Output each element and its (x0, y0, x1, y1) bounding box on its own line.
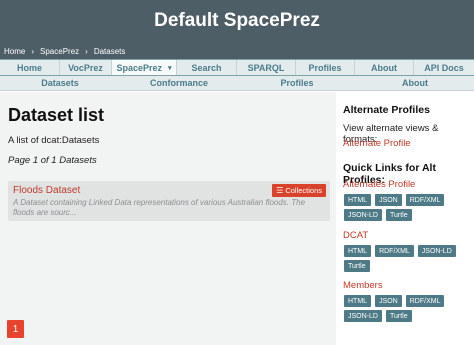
alternates-profile-formats: HTML JSON RDF/XML JSON-LD Turtle (344, 194, 474, 221)
dataset-link[interactable]: Floods Dataset (13, 185, 80, 196)
nav-item-profiles[interactable]: Profiles (296, 60, 355, 75)
alternate-profile-link[interactable]: Alternate Profile (343, 138, 411, 149)
nav-label: API Docs (424, 62, 464, 73)
format-button-json[interactable]: JSON (375, 194, 402, 206)
site-title: Default SpacePrez (154, 10, 320, 31)
format-button-turtle[interactable]: Turtle (385, 310, 412, 322)
page-1-button[interactable]: 1 (7, 320, 24, 338)
sidebar: Alternate Profiles View alternate views … (343, 92, 474, 345)
subnav-item-datasets[interactable]: Datasets (0, 76, 120, 90)
nav-label: SpacePrez (116, 62, 162, 73)
page-description: A list of dcat:Datasets (8, 135, 100, 146)
format-button-html[interactable]: HTML (344, 194, 372, 206)
chevron-down-icon: ▾ (168, 64, 172, 72)
format-button-turtle[interactable]: Turtle (344, 260, 370, 272)
members-link[interactable]: Members (343, 280, 383, 291)
nav-item-home[interactable]: Home (0, 60, 60, 75)
collections-button[interactable]: ☰ Collections (272, 184, 326, 197)
format-button-jsonld[interactable]: JSON-LD (344, 310, 382, 322)
main-nav: Home VocPrez SpacePrez ▾ Search SPARQL Pr… (0, 59, 474, 76)
format-button-html[interactable]: HTML (344, 245, 372, 257)
breadcrumb-home[interactable]: Home (4, 47, 25, 56)
alternate-profiles-heading: Alternate Profiles (343, 104, 430, 116)
list-item: Floods Dataset A Dataset containing Link… (8, 181, 330, 221)
nav-item-search[interactable]: Search (177, 60, 237, 75)
chevron-right-icon: › (31, 47, 35, 56)
list-icon: ☰ (276, 186, 284, 195)
format-button-rdfxml[interactable]: RDF/XML (405, 194, 445, 206)
breadcrumb-spaceprez[interactable]: SpacePrez (40, 47, 79, 56)
subnav-item-profiles[interactable]: Profiles (238, 76, 356, 90)
nav-label: SPARQL (247, 62, 285, 73)
format-button-html[interactable]: HTML (344, 295, 372, 307)
site-header: Default SpacePrez Home › SpacePrez › Dat… (0, 0, 474, 59)
pagination-summary: Page 1 of 1 Datasets (8, 155, 97, 166)
nav-label: About (371, 62, 397, 73)
format-button-jsonld[interactable]: JSON-LD (344, 209, 382, 221)
collections-label: Collections (285, 186, 322, 195)
nav-label: Search (191, 62, 222, 73)
dcat-link[interactable]: DCAT (343, 230, 368, 241)
sub-nav: Datasets Conformance Profiles About (0, 76, 474, 91)
page-title: Dataset list (8, 105, 105, 125)
alternates-profile-link[interactable]: Alternates Profile (343, 179, 415, 190)
subnav-item-about[interactable]: About (356, 76, 474, 90)
nav-label: Home (16, 62, 42, 73)
format-button-json[interactable]: JSON (375, 295, 402, 307)
format-button-turtle[interactable]: Turtle (385, 209, 412, 221)
breadcrumb: Home › SpacePrez › Datasets (4, 47, 125, 56)
nav-item-api-docs[interactable]: API Docs (414, 60, 474, 75)
nav-label: Profiles (308, 62, 342, 73)
format-button-rdfxml[interactable]: RDF/XML (405, 295, 445, 307)
nav-label: VocPrez (68, 62, 103, 73)
breadcrumb-datasets: Datasets (93, 47, 126, 56)
nav-item-about[interactable]: About (355, 60, 414, 75)
nav-item-sparql[interactable]: SPARQL (237, 60, 296, 75)
nav-item-spaceprez[interactable]: SpacePrez ▾ (112, 60, 177, 75)
members-formats: HTML JSON RDF/XML JSON-LD Turtle (344, 295, 474, 322)
dataset-description: A Dataset containing Linked Data represe… (13, 198, 306, 217)
nav-item-vocprez[interactable]: VocPrez (60, 60, 112, 75)
main-content: Dataset list A list of dcat:Datasets Pag… (0, 92, 336, 345)
format-button-rdfxml[interactable]: RDF/XML (375, 245, 414, 257)
subnav-item-conformance[interactable]: Conformance (120, 76, 238, 90)
chevron-right-icon: › (85, 47, 88, 56)
format-button-jsonld[interactable]: JSON-LD (417, 245, 456, 257)
dcat-formats: HTML RDF/XML JSON-LD Turtle (344, 245, 474, 272)
